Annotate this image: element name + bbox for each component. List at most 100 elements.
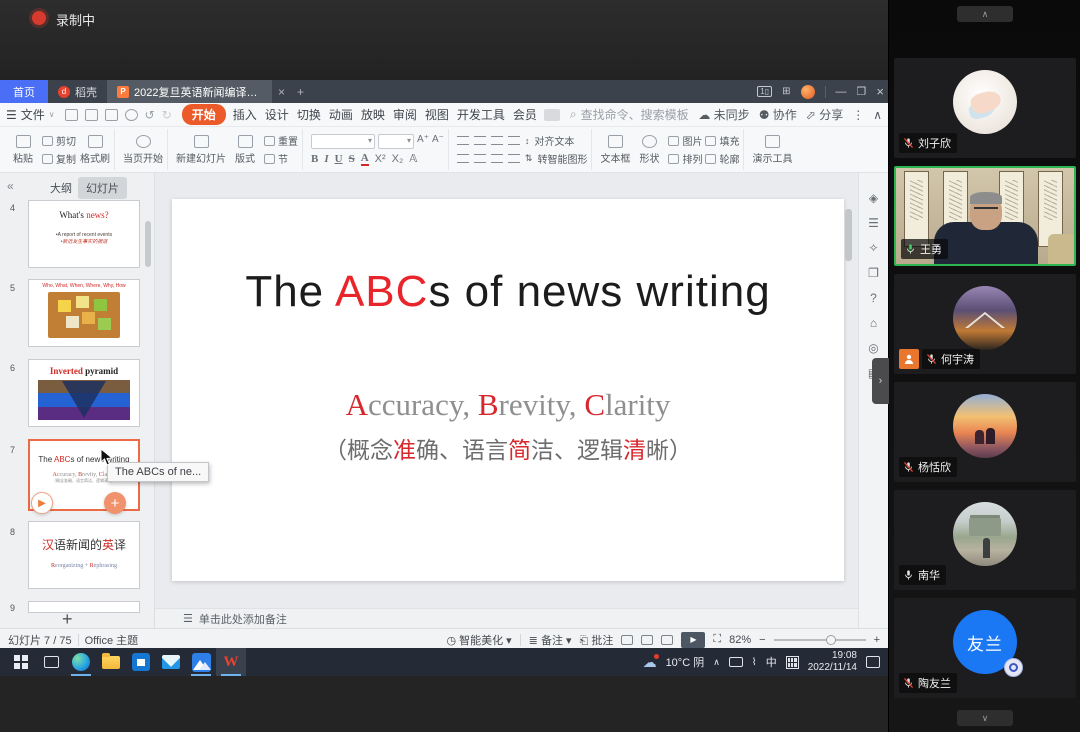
tray-expand-icon[interactable]: ∧ bbox=[713, 657, 720, 668]
decrease-font-icon[interactable]: A⁻ bbox=[432, 134, 444, 149]
tab-docer[interactable]: d 稻壳 bbox=[48, 80, 107, 103]
font-color-button[interactable]: A bbox=[361, 152, 369, 166]
wps-office-icon[interactable]: W bbox=[216, 648, 246, 676]
textbox-button[interactable]: 文本框 bbox=[600, 135, 630, 165]
command-search[interactable]: ⌕ 查找命令、搜索模板 bbox=[570, 106, 689, 123]
menu-tab-view[interactable]: 视图 bbox=[424, 104, 450, 125]
menu-tab-review[interactable]: 审阅 bbox=[392, 104, 418, 125]
weather-text[interactable]: 10°C 阴 bbox=[666, 654, 705, 670]
menu-tab-animation[interactable]: 动画 bbox=[328, 104, 354, 125]
clock[interactable]: 19:082022/11/14 bbox=[808, 650, 857, 674]
layout-button[interactable]: 版式 bbox=[230, 135, 260, 165]
cut-button[interactable]: 剪切 bbox=[42, 133, 76, 148]
weather-icon[interactable]: ☁ bbox=[643, 654, 657, 671]
touchpad-icon[interactable] bbox=[729, 657, 743, 667]
participant-tile[interactable]: 友兰 陶友兰 bbox=[894, 598, 1076, 698]
bullet-list-icon[interactable] bbox=[457, 136, 469, 145]
location-icon[interactable]: ◎ bbox=[868, 341, 878, 355]
collaborate-button[interactable]: ⚉ 协作 bbox=[759, 106, 797, 123]
thumbnail-add-button[interactable]: + bbox=[104, 492, 126, 514]
tab-document[interactable]: P 2022复旦英语新闻编译讲座.pptx bbox=[107, 80, 272, 103]
text-effects-button[interactable]: 𝔸 bbox=[409, 152, 417, 165]
mail-icon[interactable] bbox=[156, 648, 186, 676]
scroll-down-button[interactable]: ∨ bbox=[957, 710, 1013, 726]
task-view-button[interactable] bbox=[36, 648, 66, 676]
minimize-button[interactable]: — bbox=[836, 86, 847, 98]
start-button[interactable] bbox=[6, 648, 36, 676]
more-menu-icon[interactable]: ⋮ bbox=[852, 108, 864, 122]
new-slide-button[interactable]: 新建幻灯片 bbox=[176, 135, 226, 165]
menu-tab-transition[interactable]: 切换 bbox=[296, 104, 322, 125]
fit-slide-icon[interactable]: ⛶ bbox=[713, 633, 721, 646]
menu-tab-member[interactable]: 会员 bbox=[512, 104, 538, 125]
picture-button[interactable]: 图片 bbox=[682, 133, 702, 148]
shapes-button[interactable]: 形状 bbox=[634, 135, 664, 165]
slide-7[interactable]: The ABCs of news writing Accuracy, Brevi… bbox=[172, 199, 844, 581]
collapse-panel-icon[interactable]: « bbox=[7, 179, 14, 193]
slide-sorter-icon[interactable] bbox=[641, 635, 653, 645]
slide-thumbnail-9[interactable] bbox=[28, 601, 140, 613]
panel-expand-handle[interactable]: › bbox=[872, 358, 889, 404]
object-properties-icon[interactable]: ☰ bbox=[868, 216, 879, 230]
align-text-button[interactable]: 对齐文本 bbox=[534, 133, 574, 148]
slide-thumbnail-4[interactable]: What's news? •A report of recent events … bbox=[28, 200, 140, 268]
smart-beautify-button[interactable]: ◷ 智能美化 ▾ bbox=[446, 632, 511, 648]
increase-font-icon[interactable]: A⁺ bbox=[417, 134, 429, 149]
add-slide-button[interactable]: + bbox=[62, 609, 73, 628]
canvas-scrollbar[interactable] bbox=[845, 209, 852, 261]
menu-tab-design[interactable]: 设计 bbox=[264, 104, 290, 125]
menu-tab-slideshow[interactable]: 放映 bbox=[360, 104, 386, 125]
effects-icon[interactable]: ✧ bbox=[868, 241, 878, 255]
arrange-button[interactable]: 排列 bbox=[682, 151, 702, 166]
toolbox-icon[interactable]: ⌂ bbox=[870, 316, 877, 330]
restore-button[interactable]: ❐ bbox=[857, 85, 867, 98]
font-name-select[interactable] bbox=[311, 134, 375, 149]
touch-keyboard-icon[interactable] bbox=[786, 656, 799, 669]
participant-tile[interactable]: 刘子欣 bbox=[894, 58, 1076, 158]
slide-thumbnail-6[interactable]: Inverted pyramid bbox=[28, 359, 140, 427]
zoom-slider-knob[interactable] bbox=[826, 635, 836, 645]
layers-icon[interactable]: ❐ bbox=[868, 266, 879, 280]
edge-browser-icon[interactable] bbox=[66, 648, 96, 676]
superscript-button[interactable]: X² bbox=[375, 153, 386, 165]
play-from-current-button[interactable]: 当页开始 bbox=[123, 135, 163, 165]
participant-tile[interactable]: 何宇涛 bbox=[894, 274, 1076, 374]
copy-button[interactable]: 复制 bbox=[42, 151, 76, 166]
new-tab-icon[interactable]: + bbox=[291, 80, 310, 103]
comments-button[interactable]: ⎗ 批注 bbox=[580, 632, 614, 648]
close-window-button[interactable]: × bbox=[876, 84, 884, 99]
file-menu[interactable]: ☰ 文件 ∨ bbox=[6, 106, 55, 123]
thumbnail-play-button[interactable]: ▶ bbox=[31, 492, 53, 514]
menu-tab-insert[interactable]: 插入 bbox=[232, 104, 258, 125]
sync-status[interactable]: ☁ 未同步 bbox=[698, 106, 749, 123]
notes-bar[interactable]: ☰ 单击此处添加备注 bbox=[155, 608, 858, 628]
bold-button[interactable]: B bbox=[311, 153, 318, 165]
line-spacing-icon[interactable]: ⇅ bbox=[525, 153, 533, 164]
zoom-level[interactable]: 82% bbox=[729, 634, 751, 646]
participant-tile-speaking[interactable]: 王勇 bbox=[894, 166, 1076, 266]
participant-tile[interactable]: 南华 bbox=[894, 490, 1076, 590]
menu-tab-developer[interactable]: 开发工具 bbox=[456, 104, 506, 125]
window-grid-icon[interactable]: ⊞ bbox=[782, 86, 790, 97]
network-icon[interactable]: ⌇ bbox=[752, 657, 757, 668]
presentation-tools-button[interactable]: 演示工具 bbox=[752, 135, 792, 165]
underline-button[interactable]: U bbox=[335, 153, 343, 165]
undo-icon[interactable]: ↺ bbox=[145, 108, 155, 122]
save-icon[interactable] bbox=[65, 109, 78, 121]
print-icon[interactable] bbox=[105, 109, 118, 121]
zoom-out-button[interactable]: − bbox=[759, 634, 765, 646]
align-center-icon[interactable] bbox=[474, 154, 486, 163]
microsoft-store-icon[interactable] bbox=[126, 648, 156, 676]
zoom-slider[interactable] bbox=[774, 639, 866, 641]
reading-view-icon[interactable] bbox=[661, 635, 673, 645]
align-left-icon[interactable] bbox=[457, 154, 469, 163]
slide-canvas[interactable]: The ABCs of news writing Accuracy, Brevi… bbox=[155, 173, 858, 628]
theme-name[interactable]: Office 主题 bbox=[85, 632, 139, 648]
help-icon[interactable]: ? bbox=[870, 291, 877, 305]
strikethrough-button[interactable]: S bbox=[349, 153, 355, 165]
number-list-icon[interactable] bbox=[474, 136, 486, 145]
scroll-up-button[interactable]: ∧ bbox=[957, 6, 1013, 22]
slide-thumbnail-8[interactable]: 汉语新闻的英译 Reorganizing + Rephrasing bbox=[28, 521, 140, 589]
outline-button[interactable]: 轮廓 bbox=[719, 151, 739, 166]
account-avatar[interactable] bbox=[801, 85, 815, 99]
